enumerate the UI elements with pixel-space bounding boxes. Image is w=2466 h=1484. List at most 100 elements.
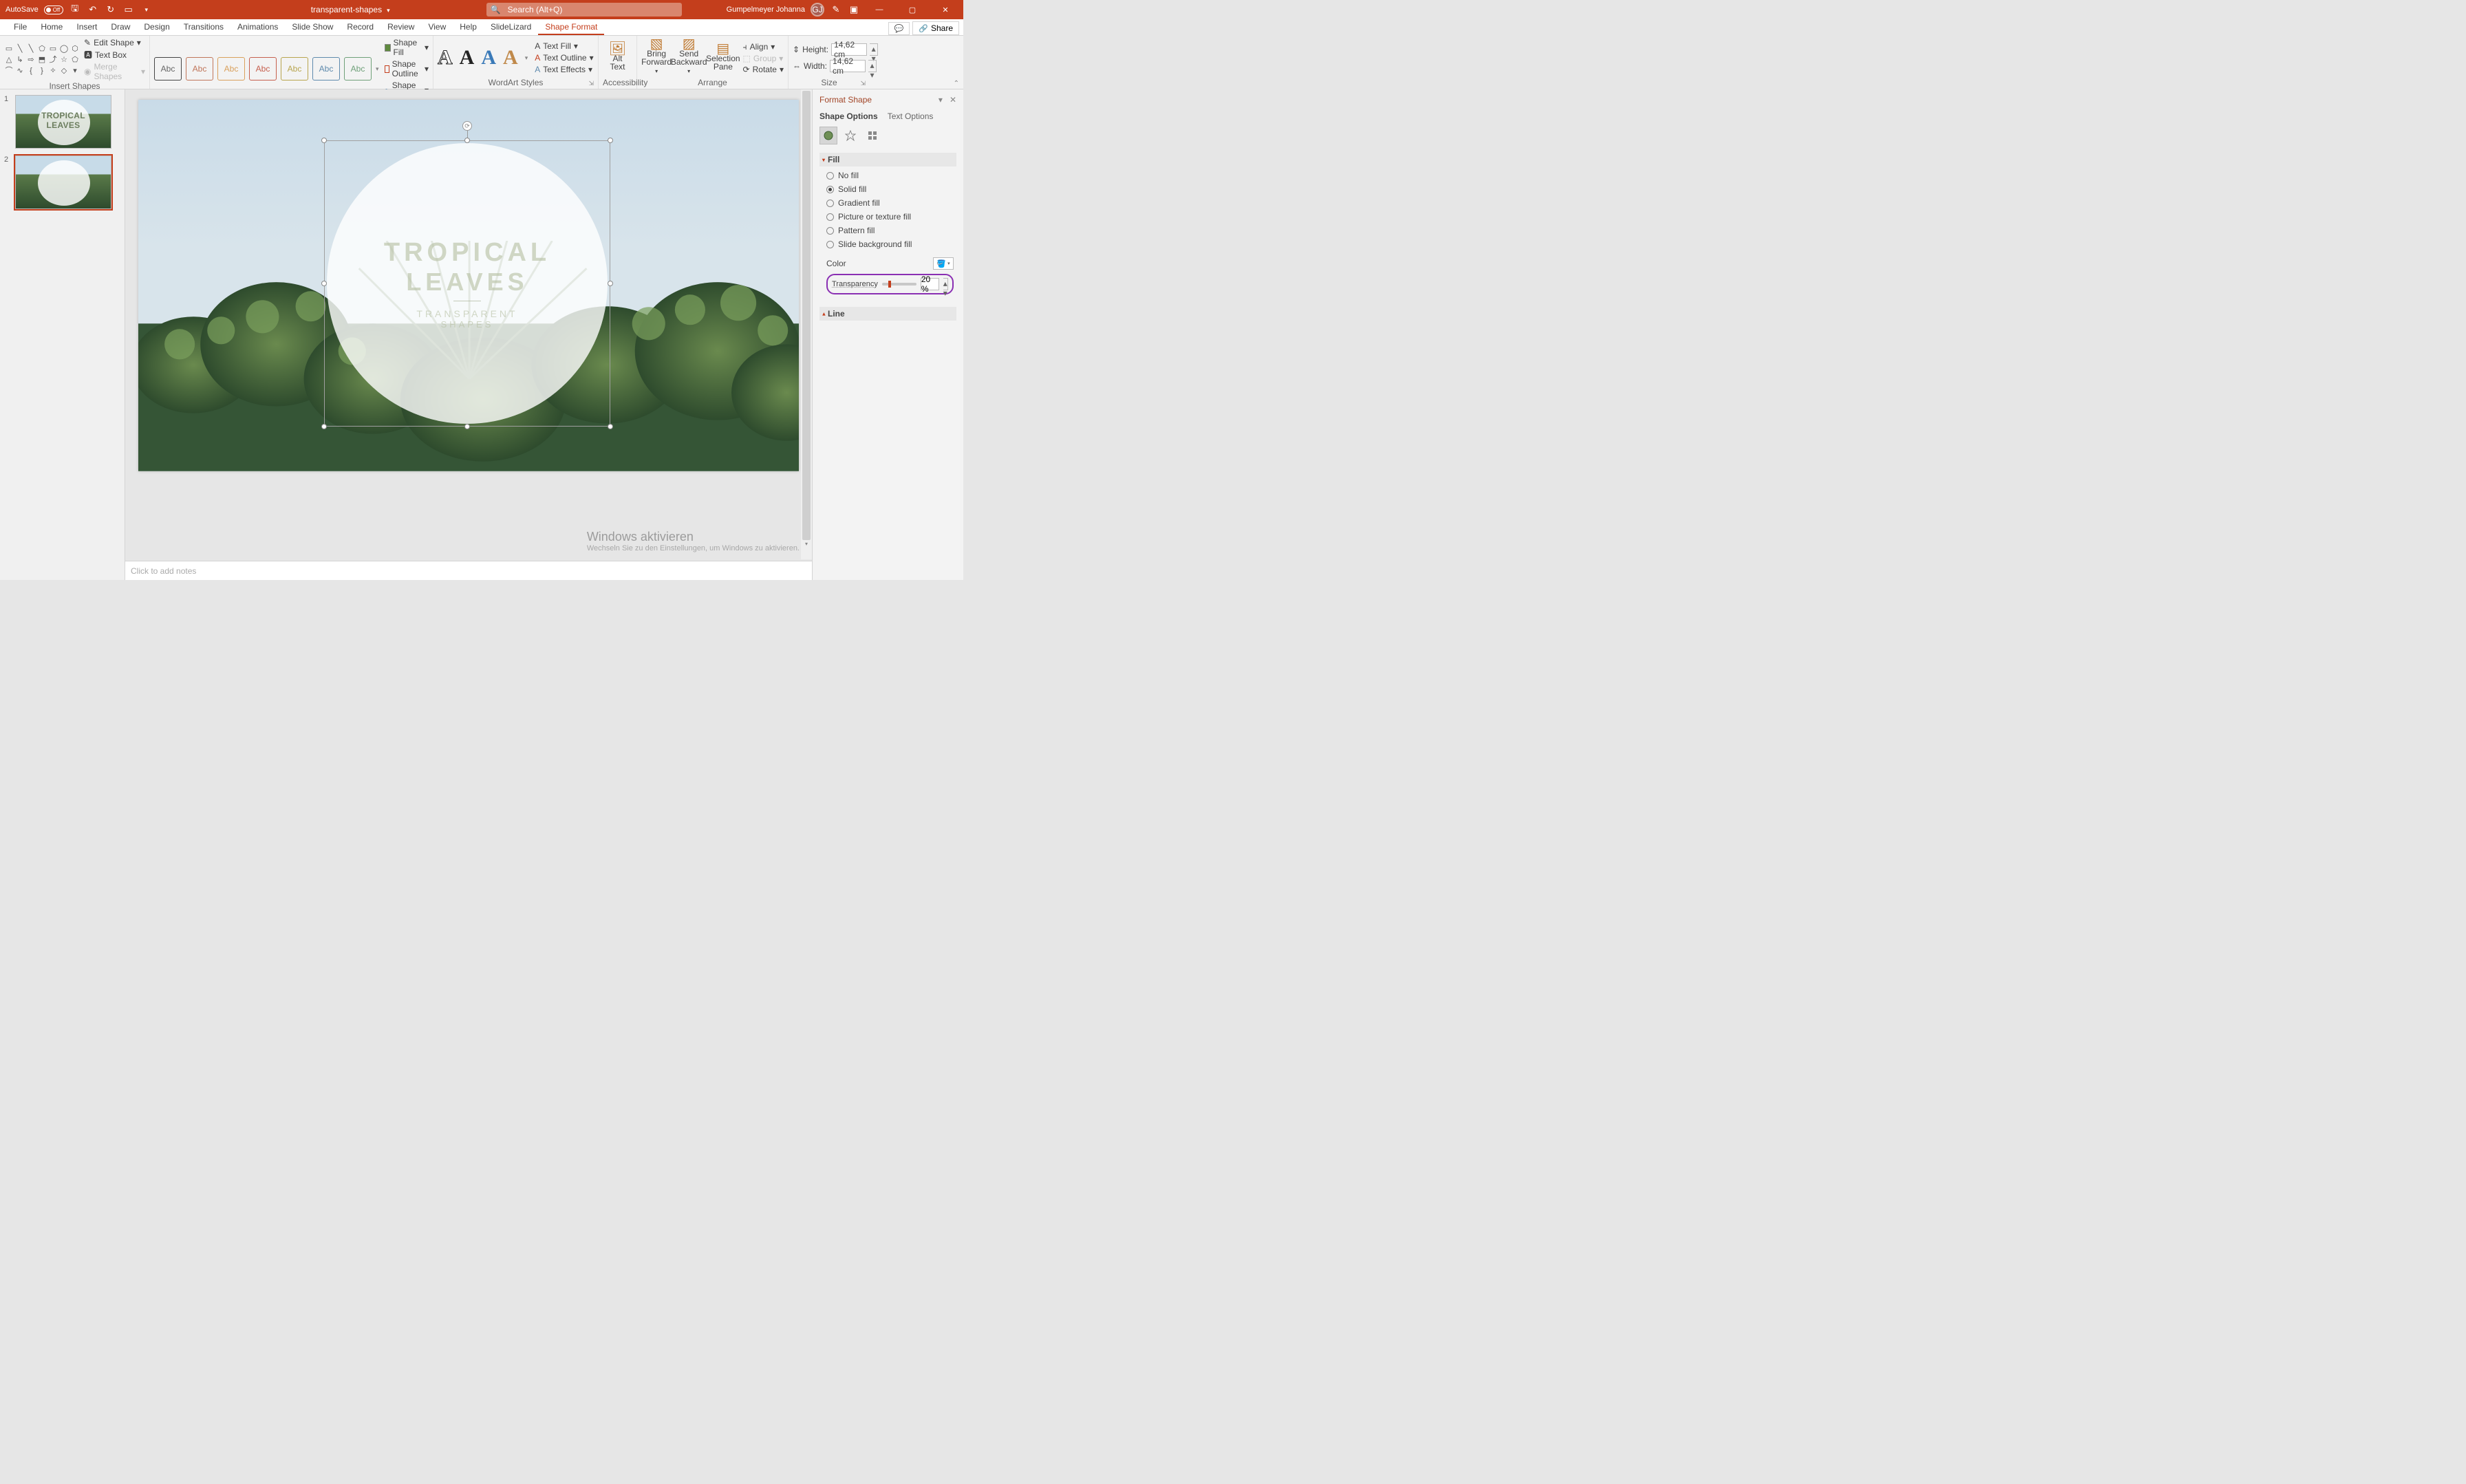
align-button[interactable]: ⫞ Align ▾	[743, 42, 784, 52]
qat-more-icon[interactable]: ▾	[140, 6, 153, 14]
filename[interactable]: transparent-shapes ▾	[311, 5, 390, 14]
scroll-down-icon[interactable]: ▾	[801, 539, 812, 548]
selected-shape[interactable]: ⟳ TROPICAL LEAVES TRANSPARENT SHAPES	[324, 140, 610, 427]
slide-navigator[interactable]: 1 TROPICALLEAVES 2	[0, 89, 125, 580]
alt-text-button[interactable]: 🖼 Alt Text	[603, 45, 632, 71]
pen-icon[interactable]: ✎	[830, 4, 842, 15]
tab-review[interactable]: Review	[380, 19, 421, 35]
fill-color-button[interactable]: 🪣▾	[933, 257, 954, 270]
tab-draw[interactable]: Draw	[104, 19, 137, 35]
transparency-spinner[interactable]: ▴▾	[943, 278, 948, 290]
width-input[interactable]: 14,62 cm	[830, 60, 866, 72]
pane-tab-shape-options[interactable]: Shape Options	[819, 111, 878, 121]
pane-options-icon[interactable]: ▾	[939, 95, 943, 105]
rotation-handle[interactable]: ⟳	[462, 121, 472, 131]
resize-handle[interactable]	[464, 138, 470, 143]
picture-fill-radio[interactable]: Picture or texture fill	[826, 212, 954, 222]
slide-thumb-2[interactable]	[15, 155, 111, 209]
resize-handle[interactable]	[608, 281, 613, 286]
effects-icon[interactable]	[841, 127, 859, 144]
resize-handle[interactable]	[321, 138, 327, 143]
tab-help[interactable]: Help	[453, 19, 484, 35]
alt-text-icon: 🖼	[609, 45, 626, 53]
text-effects-button[interactable]: AText Effects ▾	[535, 65, 593, 74]
pane-tab-text-options[interactable]: Text Options	[888, 111, 934, 121]
tab-slideshow[interactable]: Slide Show	[285, 19, 340, 35]
ribbon-body: ▭╲╲⬠▭◯⬡ △↳⇨⬒⤴☆⬠ ⌒∿{}✧◇▾ ✎ Edit Shape ▾ 🅰…	[0, 36, 963, 89]
search-input[interactable]: 🔍 Search (Alt+Q)	[486, 3, 682, 17]
ribbon-tabs: File Home Insert Draw Design Transitions…	[0, 19, 963, 36]
tab-home[interactable]: Home	[34, 19, 69, 35]
tab-transitions[interactable]: Transitions	[177, 19, 230, 35]
height-input[interactable]: 14,62 cm	[831, 43, 867, 56]
tab-slidelizard[interactable]: SlideLizard	[484, 19, 538, 35]
edit-shape-button[interactable]: ✎ Edit Shape ▾	[84, 38, 145, 47]
wordart-more-icon[interactable]: ▾	[525, 54, 528, 62]
width-label: Width:	[804, 61, 827, 71]
tab-insert[interactable]: Insert	[69, 19, 104, 35]
ribbon-display-icon[interactable]: ▣	[848, 4, 860, 15]
slide-thumb-1[interactable]: TROPICALLEAVES	[15, 95, 111, 149]
redo-icon[interactable]: ↻	[105, 4, 117, 15]
text-box-button[interactable]: 🅰 Text Box	[84, 49, 145, 61]
resize-handle[interactable]	[464, 424, 470, 429]
resize-handle[interactable]	[321, 281, 327, 286]
height-spinner[interactable]: ▴▾	[870, 43, 878, 56]
start-slideshow-icon[interactable]: ▭	[122, 4, 135, 15]
shape-styles-gallery[interactable]: Abc Abc Abc Abc Abc Abc Abc ▾	[154, 57, 379, 80]
send-backward-button[interactable]: ▨Send Backward▾	[672, 40, 706, 76]
close-button[interactable]: ✕	[932, 0, 959, 19]
resize-handle[interactable]	[608, 138, 613, 143]
styles-more-icon[interactable]: ▾	[376, 65, 379, 73]
tab-file[interactable]: File	[7, 19, 34, 35]
undo-icon[interactable]: ↶	[87, 4, 99, 15]
rotate-button[interactable]: ⟳ Rotate ▾	[743, 65, 784, 74]
fill-section-header[interactable]: ▾Fill	[819, 153, 956, 166]
pattern-fill-radio[interactable]: Pattern fill	[826, 226, 954, 235]
scroll-thumb[interactable]	[802, 91, 811, 540]
save-icon[interactable]: 🖫	[69, 2, 81, 17]
canvas-wrap: ⟳ TROPICAL LEAVES TRANSPARENT SHAPES	[125, 89, 812, 580]
shape-outline-button[interactable]: Shape Outline ▾	[385, 59, 429, 78]
no-fill-radio[interactable]: No fill	[826, 171, 954, 180]
tab-record[interactable]: Record	[340, 19, 380, 35]
share-button[interactable]: 🔗 Share	[912, 21, 959, 35]
wordart-launcher-icon[interactable]: ⇲	[588, 80, 594, 87]
minimize-button[interactable]: —	[866, 0, 893, 19]
fill-line-icon[interactable]	[819, 127, 837, 144]
text-outline-button[interactable]: AText Outline ▾	[535, 53, 593, 63]
notes-input[interactable]: Click to add notes	[125, 561, 812, 580]
shapes-gallery[interactable]: ▭╲╲⬠▭◯⬡ △↳⇨⬒⤴☆⬠ ⌒∿{}✧◇▾	[4, 44, 80, 76]
pane-close-icon[interactable]: ✕	[950, 95, 956, 105]
transparency-slider[interactable]	[882, 283, 916, 286]
transparency-input[interactable]: 20 %	[921, 278, 939, 290]
selection-pane-button[interactable]: ▤Selection Pane	[706, 45, 740, 71]
autosave-toggle[interactable]: Off	[44, 6, 63, 14]
slide-bg-fill-radio[interactable]: Slide background fill	[826, 239, 954, 249]
size-launcher-icon[interactable]: ⇲	[860, 80, 866, 87]
gradient-fill-radio[interactable]: Gradient fill	[826, 198, 954, 208]
ribbon-collapse-icon[interactable]: ⌃	[954, 80, 959, 87]
resize-handle[interactable]	[321, 424, 327, 429]
maximize-button[interactable]: ▢	[899, 0, 926, 19]
solid-fill-radio[interactable]: Solid fill	[826, 184, 954, 194]
shape-fill-button[interactable]: Shape Fill ▾	[385, 38, 429, 57]
main-area: 1 TROPICALLEAVES 2	[0, 89, 963, 580]
resize-handle[interactable]	[608, 424, 613, 429]
title-bar: AutoSave Off 🖫 ↶ ↻ ▭ ▾ transparent-shape…	[0, 0, 963, 19]
bring-forward-button[interactable]: ▧Bring Forward▾	[641, 40, 672, 76]
vertical-scrollbar[interactable]: ▴ ▾	[801, 89, 812, 559]
text-fill-button[interactable]: AText Fill ▾	[535, 41, 593, 51]
group-button[interactable]: ⬚ Group ▾	[743, 54, 784, 63]
tab-animations[interactable]: Animations	[230, 19, 285, 35]
tab-view[interactable]: View	[421, 19, 453, 35]
wordart-gallery[interactable]: AAAA ▾	[438, 46, 528, 69]
width-spinner[interactable]: ▴▾	[868, 60, 877, 72]
line-section-header[interactable]: ▸Line	[819, 307, 956, 321]
user-avatar[interactable]: GJ	[811, 3, 824, 17]
slide-canvas[interactable]: ⟳ TROPICAL LEAVES TRANSPARENT SHAPES	[138, 100, 799, 471]
tab-design[interactable]: Design	[137, 19, 176, 35]
comments-button[interactable]: 💬	[888, 22, 910, 35]
size-props-icon[interactable]	[864, 127, 881, 144]
tab-shape-format[interactable]: Shape Format	[538, 19, 604, 35]
